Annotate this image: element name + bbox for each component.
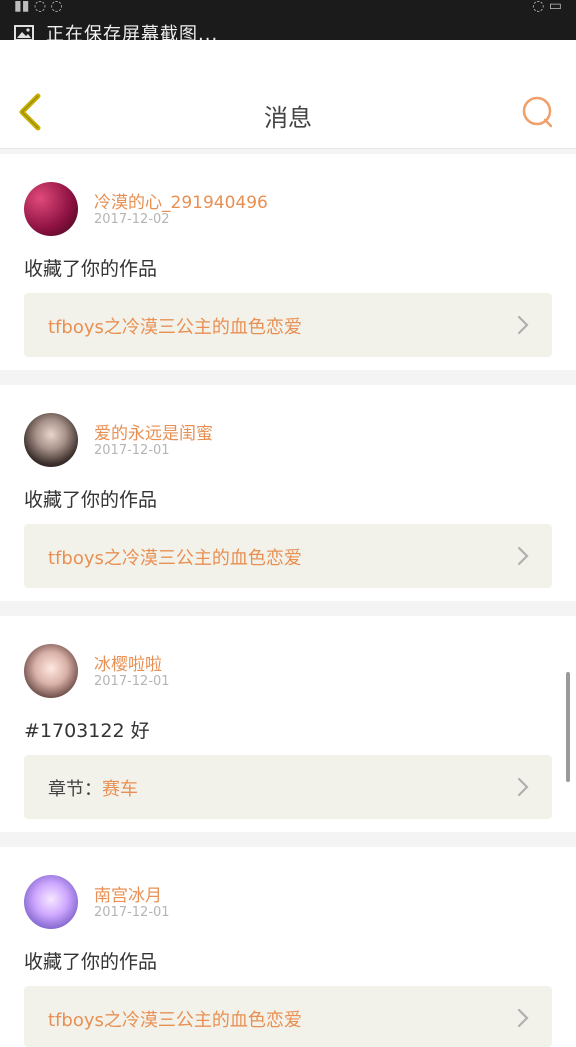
message-content: #1703122 好 xyxy=(24,720,150,742)
message-content: 收藏了你的作品 xyxy=(24,258,158,280)
status-icons-left: ▮▮ ◌ ◌ xyxy=(14,0,63,14)
chevron-right-icon xyxy=(517,546,529,566)
username[interactable]: 南宫冰月 xyxy=(94,881,162,906)
message-card: 爱的永远是闺蜜 2017-12-01 收藏了你的作品 tfboys之冷漠三公主的… xyxy=(0,385,576,601)
image-icon xyxy=(14,25,34,41)
search-icon[interactable] xyxy=(522,96,554,128)
avatar[interactable] xyxy=(24,413,78,467)
link-prefix: 章节： xyxy=(48,779,102,800)
message-date: 2017-12-01 xyxy=(94,905,170,920)
message-card: 冷漠的心_291940496 2017-12-02 收藏了你的作品 tfboys… xyxy=(0,154,576,370)
message-content: 收藏了你的作品 xyxy=(24,489,158,511)
link-title: tfboys之冷漠三公主的血色恋爱 xyxy=(48,1010,302,1031)
scrollbar[interactable] xyxy=(566,672,570,782)
link-title: 赛车 xyxy=(102,779,138,800)
chevron-right-icon xyxy=(517,1008,529,1028)
work-link[interactable]: tfboys之冷漠三公主的血色恋爱 xyxy=(24,986,552,1047)
status-icons-right: ◌ ▭ xyxy=(532,0,562,14)
chevron-right-icon xyxy=(517,777,529,797)
chapter-link-text: 章节：赛车 xyxy=(48,775,138,801)
avatar[interactable] xyxy=(24,875,78,929)
page-title: 消息 xyxy=(264,104,312,132)
work-link-text: tfboys之冷漠三公主的血色恋爱 xyxy=(48,544,302,570)
work-link-text: tfboys之冷漠三公主的血色恋爱 xyxy=(48,1006,302,1032)
work-link-text: tfboys之冷漠三公主的血色恋爱 xyxy=(48,313,302,339)
message-date: 2017-12-01 xyxy=(94,443,170,458)
message-date: 2017-12-01 xyxy=(94,674,170,689)
username[interactable]: 冰樱啦啦 xyxy=(94,650,162,675)
top-bar: 消息 xyxy=(0,40,576,149)
link-title: tfboys之冷漠三公主的血色恋爱 xyxy=(48,317,302,338)
work-link[interactable]: tfboys之冷漠三公主的血色恋爱 xyxy=(24,524,552,588)
username[interactable]: 冷漠的心_291940496 xyxy=(94,188,268,213)
message-card: 冰樱啦啦 2017-12-01 #1703122 好 章节：赛车 xyxy=(0,616,576,832)
avatar[interactable] xyxy=(24,644,78,698)
username[interactable]: 爱的永远是闺蜜 xyxy=(94,419,213,444)
message-content: 收藏了你的作品 xyxy=(24,951,158,973)
message-card: 南宫冰月 2017-12-01 收藏了你的作品 tfboys之冷漠三公主的血色恋… xyxy=(0,847,576,1047)
message-date: 2017-12-02 xyxy=(94,212,170,227)
work-link[interactable]: tfboys之冷漠三公主的血色恋爱 xyxy=(24,293,552,357)
chevron-right-icon xyxy=(517,315,529,335)
chapter-link[interactable]: 章节：赛车 xyxy=(24,755,552,819)
link-title: tfboys之冷漠三公主的血色恋爱 xyxy=(48,548,302,569)
status-bar: ▮▮ ◌ ◌ ◌ ▭ 正在保存屏幕截图... xyxy=(0,0,576,45)
avatar[interactable] xyxy=(24,182,78,236)
